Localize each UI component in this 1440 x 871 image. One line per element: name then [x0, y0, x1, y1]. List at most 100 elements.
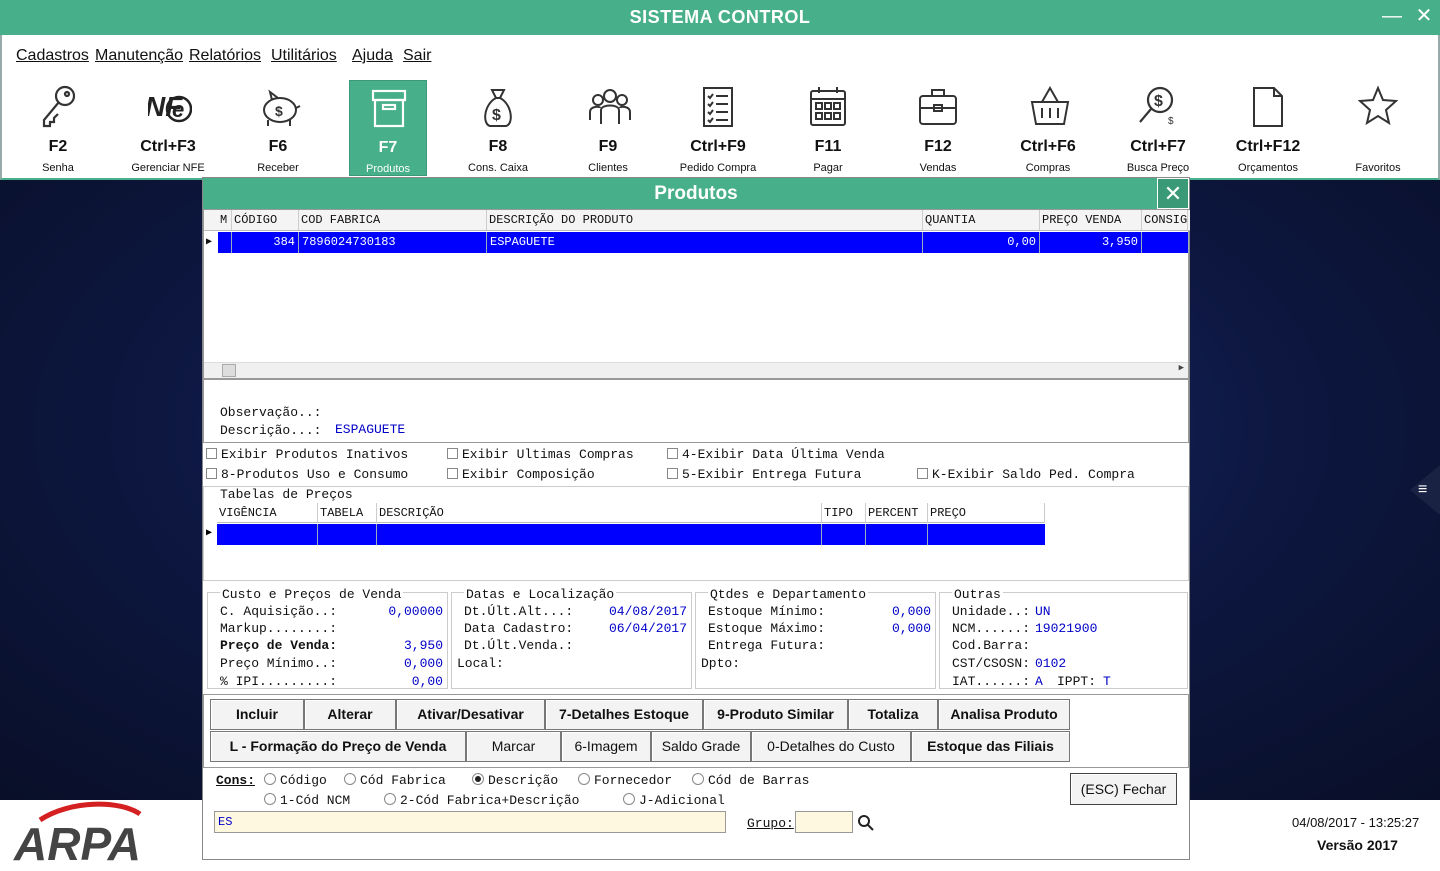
- check-entrega-futura[interactable]: 5-Exibir Entrega Futura: [667, 467, 861, 482]
- col-consig[interactable]: CONSIG: [1142, 210, 1188, 230]
- toolbar-favoritos[interactable]: Favoritos: [1339, 80, 1417, 176]
- hamburger-icon[interactable]: ≡: [1418, 482, 1427, 498]
- menu-relatorios[interactable]: Relatórios: [189, 47, 261, 65]
- value-c-aquisicao: 0,00000: [388, 604, 443, 619]
- menu-sair[interactable]: Sair: [403, 47, 431, 65]
- details-panel: Observação..: Descrição...: ESPAGUETE: [203, 379, 1189, 443]
- produto-similar-button[interactable]: 9-Produto Similar: [703, 699, 848, 730]
- label-markup: Markup........:: [220, 621, 338, 636]
- toolbar-vendas[interactable]: F12 Vendas: [899, 80, 977, 176]
- grupo-input[interactable]: [795, 811, 853, 833]
- menu-ajuda[interactable]: Ajuda: [352, 47, 393, 65]
- col-m[interactable]: M: [218, 210, 232, 230]
- col-vigencia[interactable]: VIGÊNCIA: [217, 503, 318, 523]
- label-cod-barra: Cod.Barra:: [952, 638, 1031, 653]
- search-input[interactable]: ES: [214, 811, 726, 833]
- menu-manutencao[interactable]: Manutenção: [95, 47, 183, 65]
- radio-cod-fabrica[interactable]: Cód Fabrica: [344, 773, 446, 788]
- value-unidade: UN: [1035, 604, 1051, 619]
- scrollbar-thumb[interactable]: [222, 364, 236, 377]
- fechar-button[interactable]: (ESC) Fechar: [1070, 773, 1177, 805]
- toolbar-cons-caixa[interactable]: $ F8 Cons. Caixa: [459, 80, 537, 176]
- label-data-cadastro: Data Cadastro:: [464, 621, 574, 636]
- estoque-filiais-button[interactable]: Estoque das Filiais: [911, 731, 1070, 762]
- col-tipo[interactable]: TIPO: [822, 503, 866, 523]
- label-ipi: % IPI.........:: [220, 674, 338, 689]
- col-preco[interactable]: PREÇO: [928, 503, 1045, 523]
- label-local: Local:: [457, 656, 504, 671]
- toolbar-clientes[interactable]: F9 Clientes: [569, 80, 647, 176]
- col-quantia[interactable]: QUANTIA: [923, 210, 1040, 230]
- check-uso-consumo[interactable]: 8-Produtos Uso e Consumo: [206, 467, 408, 482]
- radio-cod-barras[interactable]: Cód de Barras: [692, 773, 809, 788]
- marcar-button[interactable]: Marcar: [466, 731, 561, 762]
- title-bar: SISTEMA CONTROL — ✕: [0, 0, 1440, 35]
- col-cod-fabrica[interactable]: COD FABRICA: [299, 210, 487, 230]
- value-cst-csosn: 0102: [1035, 656, 1067, 671]
- ativar-desativar-button[interactable]: Ativar/Desativar: [396, 699, 545, 730]
- minimize-button[interactable]: —: [1376, 0, 1408, 35]
- value-estoque-maximo: 0,000: [891, 621, 931, 636]
- check-composicao[interactable]: Exibir Composição: [447, 467, 595, 482]
- checklist-icon: [703, 87, 733, 127]
- alterar-button[interactable]: Alterar: [304, 699, 396, 730]
- qtdes-title: Qtdes e Departamento: [708, 587, 869, 602]
- table-row[interactable]: 384 7896024730183 ESPAGUETE 0,00 3,950: [218, 232, 1189, 253]
- menu-utilitarios[interactable]: Utilitários: [271, 47, 337, 65]
- scroll-right-icon[interactable]: ▶: [1179, 363, 1184, 373]
- products-grid[interactable]: M CÓDIGO COD FABRICA DESCRIÇÃO DO PRODUT…: [203, 209, 1190, 379]
- toolbar-compras[interactable]: Ctrl+F6 Compras: [1009, 80, 1087, 176]
- label-entrega-futura: Entrega Futura:: [708, 638, 826, 653]
- outras-title: Outras: [952, 587, 1003, 602]
- radio-j-adicional[interactable]: J-Adicional: [623, 793, 725, 808]
- col-preco-venda[interactable]: PREÇO VENDA: [1040, 210, 1142, 230]
- arpa-logo: ARPA: [13, 801, 142, 870]
- incluir-button[interactable]: Incluir: [210, 699, 304, 730]
- search-icon[interactable]: [857, 814, 875, 832]
- col-tabela[interactable]: TABELA: [318, 503, 377, 523]
- saldo-grade-button[interactable]: Saldo Grade: [651, 731, 751, 762]
- formacao-preco-button[interactable]: L - Formação do Preço de Venda: [210, 731, 466, 762]
- radio-cod-ncm[interactable]: 1-Cód NCM: [264, 793, 350, 808]
- toolbar-produtos[interactable]: F7 Produtos: [349, 80, 427, 176]
- price-table-row[interactable]: [217, 524, 1045, 545]
- radio-codigo[interactable]: Código: [264, 773, 327, 788]
- check-ultimas-compras[interactable]: Exibir Ultimas Compras: [447, 447, 634, 462]
- toolbar-senha[interactable]: F2 Senha: [19, 80, 97, 176]
- toolbar-orcamentos[interactable]: Ctrl+F12 Orçamentos: [1229, 80, 1307, 176]
- toolbar-pagar[interactable]: F11 Pagar: [789, 80, 867, 176]
- radio-descricao[interactable]: Descrição: [472, 773, 558, 788]
- check-exibir-inativos[interactable]: Exibir Produtos Inativos: [206, 447, 408, 462]
- radio-cod-fabrica-descricao[interactable]: 2-Cód Fabrica+Descrição: [384, 793, 579, 808]
- menu-cadastros[interactable]: Cadastros: [16, 47, 89, 65]
- radio-fornecedor[interactable]: Fornecedor: [578, 773, 672, 788]
- toolbar-busca-preco[interactable]: $ $ Ctrl+F7 Busca Preço: [1119, 80, 1197, 176]
- svg-text:$: $: [492, 107, 501, 124]
- detalhes-estoque-button[interactable]: 7-Detalhes Estoque: [545, 699, 703, 730]
- col-pt-descricao[interactable]: DESCRIÇÃO: [377, 503, 822, 523]
- col-codigo[interactable]: CÓDIGO: [232, 210, 299, 230]
- qtdes-section: Qtdes e Departamento Estoque Mínimo: 0,0…: [695, 587, 936, 689]
- check-data-ultima-venda[interactable]: 4-Exibir Data Última Venda: [667, 447, 885, 462]
- detalhes-custo-button[interactable]: 0-Detalhes do Custo: [751, 731, 911, 762]
- toolbar-pedido-compra[interactable]: Ctrl+F9 Pedido Compra: [679, 80, 757, 176]
- col-descricao[interactable]: DESCRIÇÃO DO PRODUTO: [487, 210, 923, 230]
- value-iat: A: [1035, 674, 1043, 689]
- label-dt-ult-alt: Dt.Últ.Alt...:: [464, 604, 574, 619]
- toolbar-receber[interactable]: $ F6 Receber: [239, 80, 317, 176]
- label-preco-venda: Preço de Venda:: [220, 638, 338, 653]
- col-percent[interactable]: PERCENT: [866, 503, 928, 523]
- dialog-close-button[interactable]: ✕: [1157, 178, 1189, 209]
- label-preco-minimo: Preço Mínimo..:: [220, 656, 338, 671]
- totaliza-button[interactable]: Totaliza: [848, 699, 938, 730]
- toolbar-gerenciar-nfe[interactable]: NF e Ctrl+F3 Gerenciar NFE: [129, 80, 207, 176]
- close-window-button[interactable]: ✕: [1408, 0, 1440, 35]
- label-iat: IAT......:: [952, 674, 1031, 689]
- imagem-button[interactable]: 6-Imagem: [561, 731, 651, 762]
- horizontal-scrollbar[interactable]: ▶: [204, 362, 1188, 378]
- grid-header: M CÓDIGO COD FABRICA DESCRIÇÃO DO PRODUT…: [204, 210, 1190, 231]
- row-pointer-icon: ▶: [206, 237, 213, 248]
- analisa-produto-button[interactable]: Analisa Produto: [938, 699, 1070, 730]
- check-saldo-ped-compra[interactable]: K-Exibir Saldo Ped. Compra: [917, 467, 1135, 482]
- star-icon: [1358, 85, 1398, 126]
